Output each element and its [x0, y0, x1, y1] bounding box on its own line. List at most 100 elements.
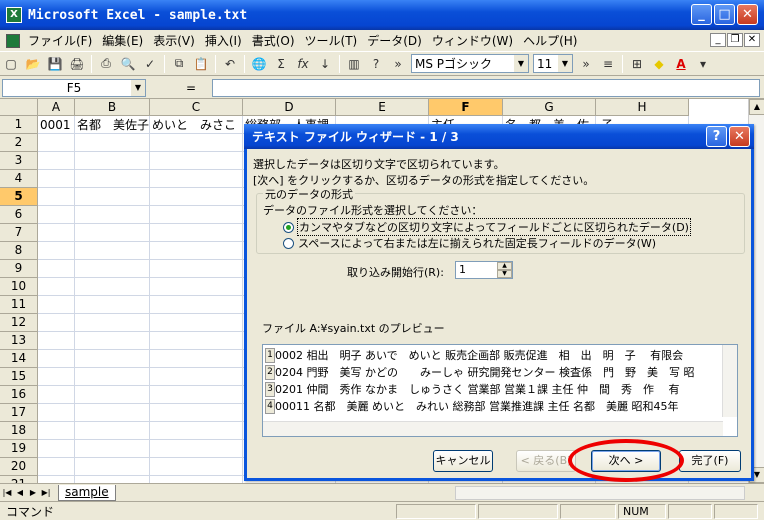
maximize-button[interactable]: □	[714, 4, 735, 25]
dialog-close-button[interactable]: ✕	[729, 126, 750, 147]
horizontal-scrollbar[interactable]	[455, 486, 745, 500]
doc-close-icon[interactable]: ✕	[744, 33, 760, 47]
row-header-14[interactable]: 14	[0, 350, 38, 368]
row-header-9[interactable]: 9	[0, 260, 38, 278]
toolbar-options-icon[interactable]: ▾	[693, 54, 713, 74]
menu-tools[interactable]: ツール(T)	[301, 32, 362, 49]
cell-b1[interactable]: 名都 美佐子	[75, 116, 149, 134]
font-size-select[interactable]: 11 ▼	[533, 54, 573, 73]
start-row-spinner[interactable]: 1 ▲ ▼	[455, 261, 513, 279]
font-name-value: MS Pゴシック	[415, 57, 493, 71]
sort-ascending-icon[interactable]: ↓	[315, 54, 335, 74]
row-header-5[interactable]: 5	[0, 188, 38, 206]
column-header-h[interactable]: H	[596, 99, 689, 116]
column-header-e[interactable]: E	[336, 99, 429, 116]
name-box[interactable]: F5 ▼	[2, 78, 146, 97]
row-header-12[interactable]: 12	[0, 314, 38, 332]
toolbar-overflow-icon[interactable]: »	[576, 54, 596, 74]
cell-c1[interactable]: めいと みさこ	[150, 116, 236, 134]
menu-file[interactable]: ファイル(F)	[24, 32, 96, 49]
column-header-a[interactable]: A	[38, 99, 75, 116]
row-header-4[interactable]: 4	[0, 170, 38, 188]
row-header-18[interactable]: 18	[0, 422, 38, 440]
toolbar-overflow-icon[interactable]: »	[388, 54, 408, 74]
function-icon[interactable]: fx	[293, 54, 313, 74]
menu-format[interactable]: 書式(O)	[248, 32, 299, 49]
back-button[interactable]: < 戻る(B)	[516, 450, 576, 472]
new-icon[interactable]: ▢	[1, 54, 21, 74]
minimize-button[interactable]: _	[691, 4, 712, 25]
chart-wizard-icon[interactable]: ▥	[344, 54, 364, 74]
align-left-icon[interactable]: ≡	[598, 54, 618, 74]
row-header-16[interactable]: 16	[0, 386, 38, 404]
spin-down-icon[interactable]: ▼	[497, 270, 512, 278]
select-all-corner[interactable]	[0, 99, 38, 116]
menu-insert[interactable]: 挿入(I)	[201, 32, 246, 49]
autosum-icon[interactable]: Σ	[271, 54, 291, 74]
row-header-7[interactable]: 7	[0, 224, 38, 242]
spelling-icon[interactable]: ✓	[140, 54, 160, 74]
radio-unselected-icon	[283, 237, 294, 249]
column-header-d[interactable]: D	[243, 99, 336, 116]
column-header-f[interactable]: F	[429, 99, 503, 116]
row-header-19[interactable]: 19	[0, 440, 38, 458]
preview-horizontal-scrollbar[interactable]	[263, 421, 723, 436]
menu-edit[interactable]: 編集(E)	[98, 32, 147, 49]
doc-minimize-icon[interactable]: _	[710, 33, 726, 47]
row-header-3[interactable]: 3	[0, 152, 38, 170]
row-header-6[interactable]: 6	[0, 206, 38, 224]
copy-icon[interactable]: ⧉	[169, 54, 189, 74]
permission-icon[interactable]: 🖨	[67, 54, 87, 74]
cell-a1[interactable]: 0001	[38, 116, 71, 134]
status-panel	[560, 504, 616, 519]
font-color-icon[interactable]: A	[671, 54, 691, 74]
last-sheet-icon[interactable]: ▶|	[40, 486, 52, 500]
spin-up-icon[interactable]: ▲	[497, 262, 512, 270]
undo-icon[interactable]: ↶	[220, 54, 240, 74]
preview-vertical-scrollbar[interactable]	[722, 345, 737, 417]
row-header-21[interactable]: 21	[0, 476, 38, 483]
first-sheet-icon[interactable]: |◀	[1, 486, 13, 500]
radio-delimited[interactable]: カンマやタブなどの区切り文字によってフィールドごとに区切られたデータ(D)	[283, 218, 691, 236]
menu-data[interactable]: データ(D)	[363, 32, 426, 49]
column-header-g[interactable]: G	[503, 99, 596, 116]
row-header-15[interactable]: 15	[0, 368, 38, 386]
row-header-20[interactable]: 20	[0, 458, 38, 476]
formula-equals[interactable]: =	[186, 81, 196, 95]
borders-icon[interactable]: ⊞	[627, 54, 647, 74]
column-header-c[interactable]: C	[150, 99, 243, 116]
help-icon[interactable]: ?	[366, 54, 386, 74]
close-button[interactable]: ✕	[737, 4, 758, 25]
column-header-b[interactable]: B	[75, 99, 150, 116]
font-name-select[interactable]: MS Pゴシック ▼	[411, 54, 529, 73]
file-preview[interactable]: 1 0002 相出 明子 あいで めいと 販売企画部 販売促進 相 出 明 子 …	[262, 344, 738, 437]
row-header-8[interactable]: 8	[0, 242, 38, 260]
document-icon[interactable]	[6, 33, 20, 48]
menu-window[interactable]: ウィンドウ(W)	[428, 32, 517, 49]
row-header-1[interactable]: 1	[0, 116, 38, 134]
save-icon[interactable]: 💾	[45, 54, 65, 74]
radio-fixed-width[interactable]: スペースによって右または左に揃えられた固定長フィールドのデータ(W)	[283, 235, 656, 251]
print-icon[interactable]: ⎙	[96, 54, 116, 74]
formula-input[interactable]	[212, 78, 760, 97]
finish-button[interactable]: 完了(F)	[679, 450, 741, 472]
row-header-11[interactable]: 11	[0, 296, 38, 314]
hyperlink-icon[interactable]: 🌐	[249, 54, 269, 74]
next-sheet-icon[interactable]: ▶	[27, 486, 39, 500]
doc-restore-icon[interactable]: ❐	[727, 33, 743, 47]
paste-icon[interactable]: 📋	[191, 54, 211, 74]
row-header-10[interactable]: 10	[0, 278, 38, 296]
menu-view[interactable]: 表示(V)	[149, 32, 199, 49]
help-button[interactable]: ?	[706, 126, 727, 147]
row-header-17[interactable]: 17	[0, 404, 38, 422]
open-icon[interactable]: 📂	[23, 54, 43, 74]
fill-color-icon[interactable]: ◆	[649, 54, 669, 74]
print-preview-icon[interactable]: 🔍	[118, 54, 138, 74]
prev-sheet-icon[interactable]: ◀	[14, 486, 26, 500]
row-header-13[interactable]: 13	[0, 332, 38, 350]
row-header-2[interactable]: 2	[0, 134, 38, 152]
sheet-tab-sample[interactable]: sample	[58, 484, 116, 501]
menu-help[interactable]: ヘルプ(H)	[519, 32, 581, 49]
scroll-up-icon[interactable]: ▲	[749, 99, 764, 115]
cancel-button[interactable]: キャンセル	[433, 450, 493, 472]
